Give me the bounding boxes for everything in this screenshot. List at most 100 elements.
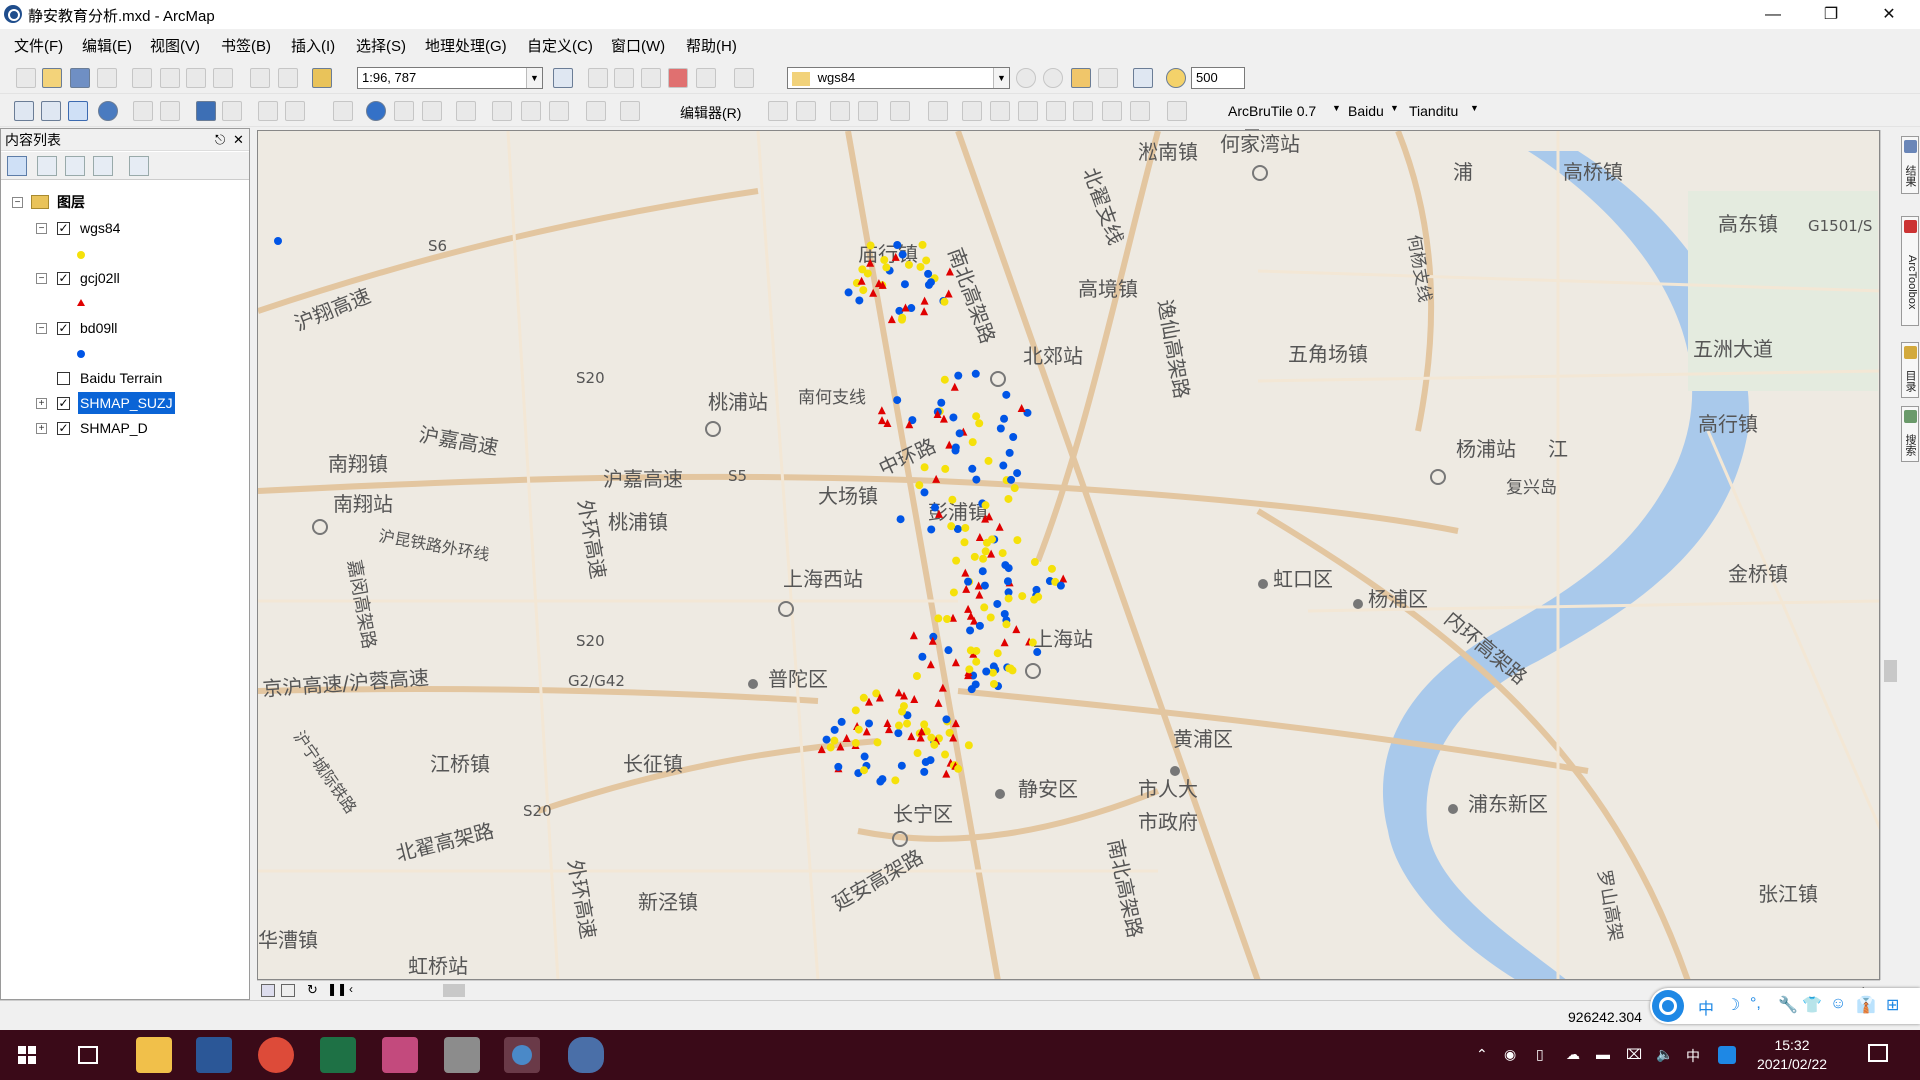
wifi-icon[interactable]: ⌧ [1626, 1046, 1642, 1063]
ime-logo-icon[interactable] [1652, 990, 1684, 1022]
chrome-icon[interactable] [258, 1037, 294, 1073]
ime-mode[interactable]: 中 [1698, 995, 1714, 1019]
table-of-contents-icon[interactable] [588, 68, 608, 88]
minimize-button[interactable]: — [1744, 0, 1802, 29]
menu-windows[interactable]: 窗口(W) [611, 35, 665, 56]
restore-button[interactable]: ❐ [1802, 0, 1860, 29]
attributes-icon[interactable] [1102, 101, 1122, 121]
html-popup-icon[interactable] [422, 101, 442, 121]
save-icon[interactable] [70, 68, 90, 88]
edit-vertices-icon[interactable] [962, 101, 982, 121]
layer-checkbox[interactable]: ✓ [57, 422, 70, 435]
layer-checkbox[interactable]: ✓ [57, 222, 70, 235]
coordsys-combo[interactable]: wgs84 ▼ [787, 67, 1010, 89]
open-icon[interactable] [42, 68, 62, 88]
layer-checkbox[interactable]: ✓ [57, 272, 70, 285]
back-icon[interactable] [196, 101, 216, 121]
map-vertical-scrollbar[interactable] [1880, 130, 1900, 980]
go-to-xy-icon[interactable] [549, 101, 569, 121]
file-explorer-icon[interactable] [136, 1037, 172, 1073]
arctoolbox-icon[interactable] [668, 68, 688, 88]
menu-selection[interactable]: 选择(S) [356, 35, 406, 56]
trace-icon[interactable] [890, 101, 910, 121]
catalog-tab[interactable]: 目录 [1901, 342, 1919, 398]
straight-segment-icon[interactable] [830, 101, 850, 121]
collapse-icon[interactable]: − [36, 223, 47, 234]
word-icon[interactable] [196, 1037, 232, 1073]
map-view[interactable]: 淞南镇 何家湾站 浦 高桥镇 高东镇 G1501/S 庙行镇 高境镇 南北高架路… [257, 130, 1880, 980]
arccatalog-icon[interactable] [444, 1037, 480, 1073]
delete-icon[interactable] [213, 68, 233, 88]
scale-combo[interactable]: 1:96, 787 ▼ [357, 67, 543, 89]
layer-row-wgs84[interactable]: − ✓ wgs84 [1, 217, 249, 239]
volume-icon[interactable]: 🔈 [1656, 1046, 1673, 1063]
list-by-visibility-icon[interactable] [65, 156, 85, 176]
search-window-icon[interactable] [641, 68, 661, 88]
new-icon[interactable] [16, 68, 36, 88]
winrar-icon[interactable] [382, 1037, 418, 1073]
identify-icon[interactable] [366, 101, 386, 121]
refresh-rate-icon[interactable] [1166, 68, 1186, 88]
ime-punct-icon[interactable]: °, [1750, 995, 1761, 1013]
copy-icon[interactable] [160, 68, 180, 88]
search-tab[interactable]: 搜索 [1901, 406, 1919, 462]
layer-row-bd09ll[interactable]: − ✓ bd09ll [1, 317, 249, 339]
refresh-icon[interactable]: ↻ [307, 982, 318, 998]
undo-icon[interactable] [250, 68, 270, 88]
collapse-icon[interactable]: − [36, 323, 47, 334]
sogou-ime-icon[interactable] [1718, 1046, 1736, 1064]
input-language[interactable]: 中 [1686, 1046, 1700, 1066]
editor-menu[interactable]: 编辑器(R) [680, 103, 741, 123]
zoom-full-icon[interactable] [1133, 68, 1153, 88]
contrast-icon[interactable] [1016, 68, 1036, 88]
brightness-icon[interactable] [1043, 68, 1063, 88]
ime-skin-icon[interactable]: 👕 [1802, 995, 1822, 1015]
baidu-menu[interactable]: Baidu [1348, 103, 1384, 119]
scroll-thumb[interactable] [1884, 660, 1897, 682]
battery-icon[interactable]: ▬ [1596, 1046, 1610, 1062]
edit-annotation-icon[interactable] [796, 101, 816, 121]
layer-row-shmap-suzj[interactable]: + ✓ SHMAP_SUZJ [1, 392, 249, 414]
cut-icon[interactable] [132, 68, 152, 88]
add-data-icon[interactable] [312, 68, 332, 88]
arctoolbox-tab[interactable]: ArcToolbox [1901, 216, 1919, 326]
ime-shirt-icon[interactable]: 👔 [1856, 995, 1876, 1015]
excel-icon[interactable] [320, 1037, 356, 1073]
ime-grid-icon[interactable]: ⊞ [1886, 995, 1899, 1015]
arcmap-taskbar-icon[interactable] [504, 1037, 540, 1073]
rotate-icon[interactable] [1073, 101, 1093, 121]
hyperlink-icon[interactable] [394, 101, 414, 121]
ime-moon-icon[interactable]: ☽ [1726, 995, 1740, 1015]
model-builder-icon[interactable] [734, 68, 754, 88]
fixed-zoom-in-icon[interactable] [133, 101, 153, 121]
scroll-left-icon[interactable]: ‹ [349, 982, 353, 996]
point-icon[interactable] [928, 101, 948, 121]
ime-tool-icon[interactable]: 🔧 [1778, 995, 1798, 1015]
data-view-icon[interactable] [281, 984, 295, 997]
create-viewer-icon[interactable] [620, 101, 640, 121]
menu-insert[interactable]: 插入(I) [291, 35, 335, 56]
list-by-source-icon[interactable] [37, 156, 57, 176]
layer-row-shmap-d[interactable]: + ✓ SHMAP_D [1, 417, 249, 439]
tray-usb-icon[interactable]: ▯ [1536, 1046, 1544, 1063]
list-by-drawing-order-icon[interactable] [7, 156, 27, 176]
swipe-icon[interactable] [1071, 68, 1091, 88]
select-features-icon[interactable] [258, 101, 278, 121]
editor-toolbar-icon[interactable] [553, 68, 573, 88]
options-icon[interactable] [129, 156, 149, 176]
tray-chevron-icon[interactable]: ⌃ [1476, 1046, 1488, 1063]
list-by-selection-icon[interactable] [93, 156, 113, 176]
menu-help[interactable]: 帮助(H) [686, 35, 737, 56]
split-icon[interactable] [1046, 101, 1066, 121]
collapse-icon[interactable]: − [12, 197, 23, 208]
arcbrutile-menu[interactable]: ArcBruTile 0.7 [1228, 103, 1316, 119]
catalog-icon[interactable] [614, 68, 634, 88]
zoom-in-icon[interactable] [14, 101, 34, 121]
time-slider-icon[interactable] [586, 101, 606, 121]
windows-start-icon[interactable] [18, 1046, 36, 1064]
layout-view-icon[interactable] [261, 984, 275, 997]
menu-bookmarks[interactable]: 书签(B) [221, 35, 271, 56]
results-tab[interactable]: 结果 [1901, 136, 1919, 194]
tray-app-icon[interactable]: ◉ [1504, 1046, 1516, 1063]
layer-row-baidu-terrain[interactable]: Baidu Terrain [1, 367, 249, 389]
